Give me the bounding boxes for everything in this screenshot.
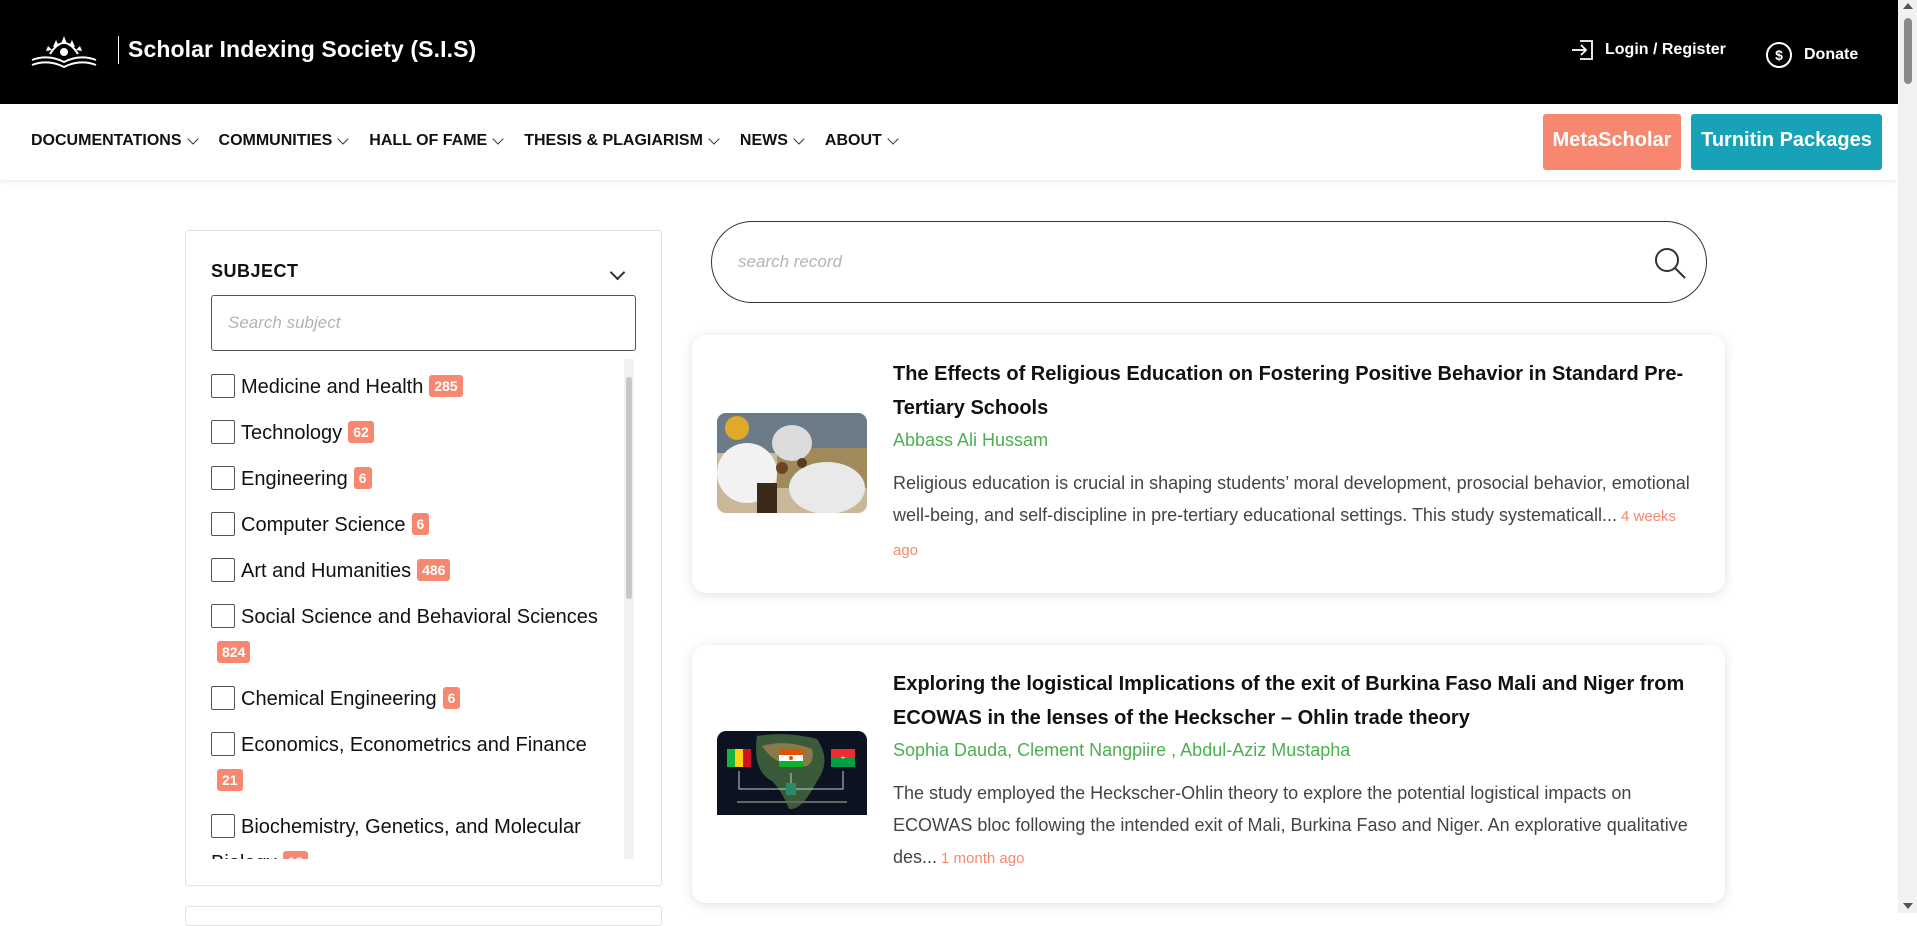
book-logo-icon[interactable] [28,30,100,70]
nav-hall-of-fame[interactable]: HALL OF FAME [369,132,504,150]
page-scrollbar[interactable] [1898,0,1917,913]
subject-name: Art and Humanities [241,560,412,582]
main-navigation: DOCUMENTATIONS COMMUNITIES HALL OF FAME … [0,104,1898,180]
page-scroll-thumb[interactable] [1904,18,1912,84]
nav-thesis-plagiarism[interactable]: THESIS & PLAGIARISM [524,132,720,150]
nav-news[interactable]: NEWS [739,132,805,150]
subject-list-scroll-thumb[interactable] [626,377,632,599]
subject-checkbox[interactable] [211,466,235,490]
subject-item[interactable]: Biochemistry, Genetics, and Molecular Bi… [211,809,611,859]
logo-divider [118,36,119,64]
subject-item[interactable]: Medicine and Health 285 [211,369,611,405]
subject-checkbox[interactable] [211,420,235,444]
subject-item[interactable]: Social Science and Behavioral Sciences 82… [211,599,611,671]
subject-heading: SUBJECT [211,261,299,281]
subject-count-badge: 21 [217,769,243,791]
subject-count-badge: 486 [417,559,451,581]
chevron-down-icon[interactable] [609,264,626,281]
chevron-down-icon [708,133,720,145]
subject-item[interactable]: Economics, Econometrics and Finance 21 [211,727,611,799]
subject-item[interactable]: Computer Science 6 [211,507,611,543]
scroll-up-arrow-icon[interactable] [1903,3,1913,9]
subject-count-badge: 6 [353,467,372,489]
top-header: Scholar Indexing Society (S.I.S) Login /… [0,0,1898,104]
subject-checkbox[interactable] [211,512,235,536]
subject-name: Biochemistry, Genetics, and Molecular Bi… [211,816,581,859]
subject-checkbox[interactable] [211,732,235,756]
record-card[interactable]: The Effects of Religious Education on Fo… [692,335,1725,593]
donate-label: Donate [1804,46,1859,63]
nav-about[interactable]: ABOUT [824,132,899,150]
login-icon [1572,40,1593,60]
record-thumbnail[interactable] [717,731,867,831]
subject-count-badge: 6 [442,687,461,709]
record-title[interactable]: Exploring the logistical Implications of… [893,667,1693,735]
subject-item[interactable]: Engineering 6 [211,461,611,497]
subject-checkbox[interactable] [211,686,235,710]
chevron-down-icon [337,133,349,145]
subject-name: Technology [241,422,343,444]
login-register-link[interactable]: Login / Register [1570,38,1726,62]
subject-count-badge: 62 [348,421,374,443]
turnitin-packages-button[interactable]: Turnitin Packages [1691,114,1882,170]
record-authors[interactable]: Abbass Ali Hussam [893,425,1693,455]
subject-checkbox[interactable] [211,604,235,628]
subject-count-badge: 6 [411,513,430,535]
record-card[interactable]: Exploring the logistical Implications of… [692,645,1725,903]
subject-count-badge: 13 [282,851,309,859]
dollar-coin-icon: $ [1766,42,1792,68]
subject-name: Engineering [241,468,348,490]
subject-filter-panel: SUBJECT Medicine and Health285 Technolog… [185,230,662,886]
nav-label: DOCUMENTATIONS [31,132,182,149]
nav-label: HALL OF FAME [369,132,488,149]
subject-name: Chemical Engineering [241,688,437,710]
chevron-down-icon [492,133,504,145]
subject-search-input[interactable] [211,295,636,351]
scroll-down-arrow-icon[interactable] [1903,903,1913,909]
chevron-down-icon [887,133,899,145]
nav-label: THESIS & PLAGIARISM [524,132,703,149]
subject-name: Medicine and Health [241,376,424,398]
nav-label: NEWS [739,132,788,149]
record-excerpt: The study employed the Heckscher-Ohlin t… [893,777,1693,875]
chevron-down-icon [186,133,199,145]
donate-link[interactable]: $ Donate [1766,42,1858,68]
subject-checkbox[interactable] [211,558,235,582]
record-thumbnail[interactable] [717,413,867,513]
subject-count-badge: 824 [217,641,251,663]
subject-name: Computer Science [241,514,406,536]
record-excerpt-text: Religious education is crucial in shapin… [893,473,1690,525]
subject-item[interactable]: Art and Humanities 486 [211,553,611,589]
record-title[interactable]: The Effects of Religious Education on Fo… [893,357,1693,425]
metascholar-button[interactable]: MetaScholar [1543,114,1681,170]
subject-item[interactable]: Chemical Engineering 6 [211,681,611,717]
record-excerpt: Religious education is crucial in shapin… [893,467,1693,567]
search-icon[interactable] [1652,245,1688,281]
record-authors[interactable]: Sophia Dauda, Clement Nangpiire , Abdul-… [893,735,1693,765]
record-search-bar [711,221,1707,303]
nav-label: ABOUT [824,132,882,149]
login-register-label: Login / Register [1605,41,1726,58]
subject-checkbox[interactable] [211,814,235,838]
record-search-input[interactable] [738,242,1618,282]
subject-name: Economics, Econometrics and Finance [241,734,587,756]
site-title[interactable]: Scholar Indexing Society (S.I.S) [128,36,476,63]
nav-communities[interactable]: COMMUNITIES [218,132,349,150]
record-time: 1 month ago [941,850,1025,867]
chevron-down-icon [793,133,805,145]
next-filter-panel [185,906,662,926]
nav-label: COMMUNITIES [218,132,333,149]
subject-name: Social Science and Behavioral Sciences [241,606,598,628]
nav-documentations[interactable]: DOCUMENTATIONS [31,132,199,150]
subject-count-badge: 285 [429,375,463,397]
subject-item[interactable]: Technology 62 [211,415,611,451]
subject-list: Medicine and Health 285 Technology 62 Engi… [211,369,611,859]
subject-checkbox[interactable] [211,374,235,398]
